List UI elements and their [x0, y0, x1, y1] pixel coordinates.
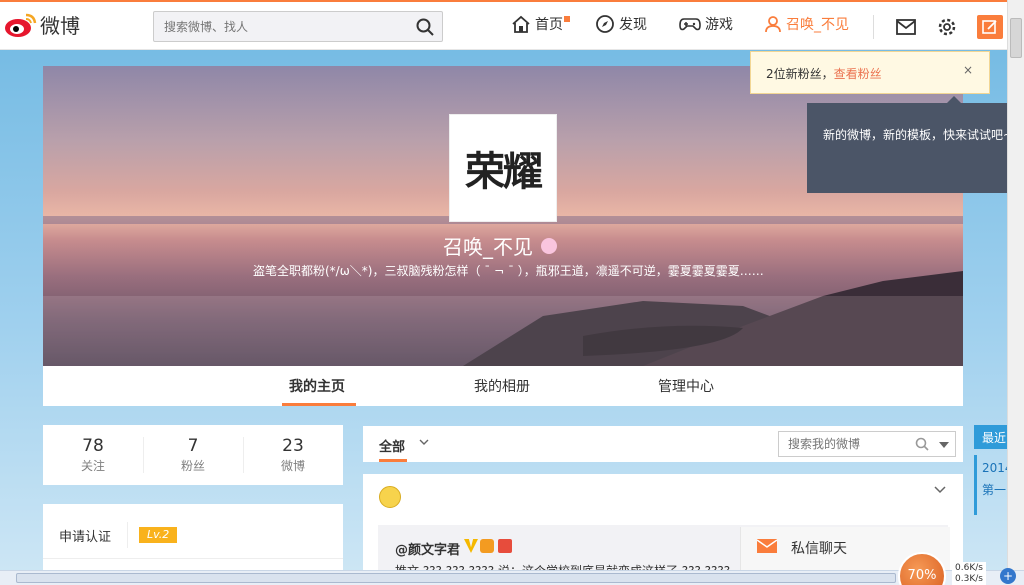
edit-icon: [982, 20, 997, 34]
caret-down-icon[interactable]: [939, 442, 949, 448]
scrollbar-thumb[interactable]: [1010, 18, 1022, 58]
count-label: 关注: [80, 459, 105, 473]
female-icon: [541, 237, 557, 254]
post-author[interactable]: @颜文字君: [395, 539, 460, 558]
my-weibo-search-input[interactable]: [779, 432, 909, 456]
profile-tabs: 我的主页 我的相册 管理中心: [43, 366, 963, 406]
chevron-down-icon[interactable]: [934, 486, 946, 494]
feed-filter-bar: 全部: [363, 426, 963, 462]
view-followers-link[interactable]: 查看粉丝: [834, 67, 882, 81]
count-label: 微博: [280, 459, 305, 473]
avatar-calligraphy: 荣耀: [465, 148, 543, 195]
network-speed-widget[interactable]: 70% 0.6K/s 0.3K/s +: [898, 552, 1024, 585]
count-number: 23: [282, 436, 304, 456]
timeline-rail: [974, 455, 977, 515]
nav-user-profile[interactable]: 召唤_不见: [764, 14, 849, 34]
nav-home-label: 首页: [535, 17, 563, 33]
search-icon[interactable]: [915, 437, 929, 451]
count-label: 粉丝: [180, 459, 205, 473]
timeline-recent[interactable]: 最近: [974, 425, 1007, 449]
close-icon[interactable]: ×: [963, 63, 973, 77]
vertical-scrollbar[interactable]: [1007, 0, 1024, 570]
global-search: [153, 11, 443, 42]
apply-verify-link[interactable]: 申请认证: [59, 526, 111, 545]
timeline-month[interactable]: 第一: [982, 481, 1006, 498]
notification-text: 2位新粉丝，查看粉丝: [766, 65, 882, 82]
notification-message: 2位新粉丝，: [766, 67, 834, 81]
nav-user-label: 召唤_不见: [786, 17, 849, 33]
active-tab-indicator: [282, 403, 356, 406]
download-speed: 0.3K/s: [955, 574, 983, 584]
level-badge[interactable]: Lv.2: [139, 527, 178, 543]
avatar[interactable]: 荣耀: [449, 114, 557, 222]
count-number: 7: [187, 436, 199, 456]
gear-icon[interactable]: [937, 17, 957, 37]
new-followers-notification: 2位新粉丝，查看粉丝 ×: [750, 51, 990, 94]
compose-button[interactable]: [977, 15, 1003, 39]
nav-game[interactable]: 游戏: [679, 14, 733, 34]
profile-bio: 盗笔全职都粉(*/ω＼*)，三叔脑残粉怎样（ ¯ ¬ ¯ ），瓶邪王道，凛遥不可…: [253, 264, 764, 278]
speed-readout: 0.6K/s 0.3K/s: [952, 562, 986, 585]
divider: [43, 558, 343, 559]
count-number: 78: [82, 436, 104, 456]
speed-ball: 70%: [898, 552, 946, 585]
search-input[interactable]: [154, 12, 394, 41]
horizontal-scrollbar[interactable]: [0, 570, 1024, 585]
scrollbar-thumb[interactable]: [16, 573, 896, 583]
logo-text: 微博: [40, 14, 80, 38]
nav-game-label: 游戏: [705, 17, 733, 33]
new-indicator: [564, 16, 570, 22]
upload-speed: 0.6K/s: [955, 563, 983, 573]
active-filter-indicator: [379, 459, 407, 462]
red-packet-icon: [498, 539, 512, 553]
plus-icon[interactable]: +: [1000, 568, 1016, 584]
nav-discover[interactable]: 发现: [595, 14, 647, 34]
tip-arrow: [947, 96, 961, 103]
new-template-tip: 新的微博，新的模板，快来试试吧~: [807, 96, 1013, 193]
weibo-logo[interactable]: 微博: [4, 10, 80, 39]
chat-label: 私信聊天: [791, 541, 847, 557]
weibo-eye-icon: [5, 13, 37, 37]
compass-icon: [596, 15, 614, 33]
profile-name-text: 召唤_不见: [443, 235, 533, 259]
verified-v-icon: [464, 539, 478, 553]
emoji-icon: [379, 486, 401, 508]
profile-counts: 78 关注 7 粉丝 23 微博: [43, 425, 343, 485]
posts-count[interactable]: 23 微博: [243, 425, 343, 485]
divider: [127, 522, 128, 548]
tip-text: 新的微博，新的模板，快来试试吧~: [823, 128, 1014, 142]
gamepad-icon: [679, 18, 701, 31]
member-badge-icon: [480, 539, 494, 553]
home-icon: [512, 15, 530, 33]
following-count[interactable]: 78 关注: [43, 425, 143, 485]
user-icon: [765, 16, 781, 33]
nav-discover-label: 发现: [619, 17, 647, 33]
tab-manage[interactable]: 管理中心: [658, 376, 714, 396]
tab-album[interactable]: 我的相册: [474, 376, 530, 396]
profile-name: 召唤_不见: [443, 231, 557, 260]
followers-count[interactable]: 7 粉丝: [143, 425, 243, 485]
search-icon[interactable]: [416, 18, 434, 36]
nav-divider: [873, 15, 874, 39]
top-navbar: 微博 首页 发现 游戏: [0, 0, 1007, 50]
chevron-down-icon[interactable]: [419, 438, 429, 446]
mail-icon: [757, 539, 777, 553]
verify-panel: 申请认证 Lv.2: [43, 504, 343, 570]
filter-all[interactable]: 全部: [379, 436, 405, 455]
tab-my-home[interactable]: 我的主页: [289, 376, 345, 396]
my-weibo-search: [778, 431, 956, 457]
mail-icon[interactable]: [896, 19, 916, 35]
timeline-nav: 最近 2014 第一: [974, 425, 1013, 570]
nav-home[interactable]: 首页: [511, 14, 570, 34]
